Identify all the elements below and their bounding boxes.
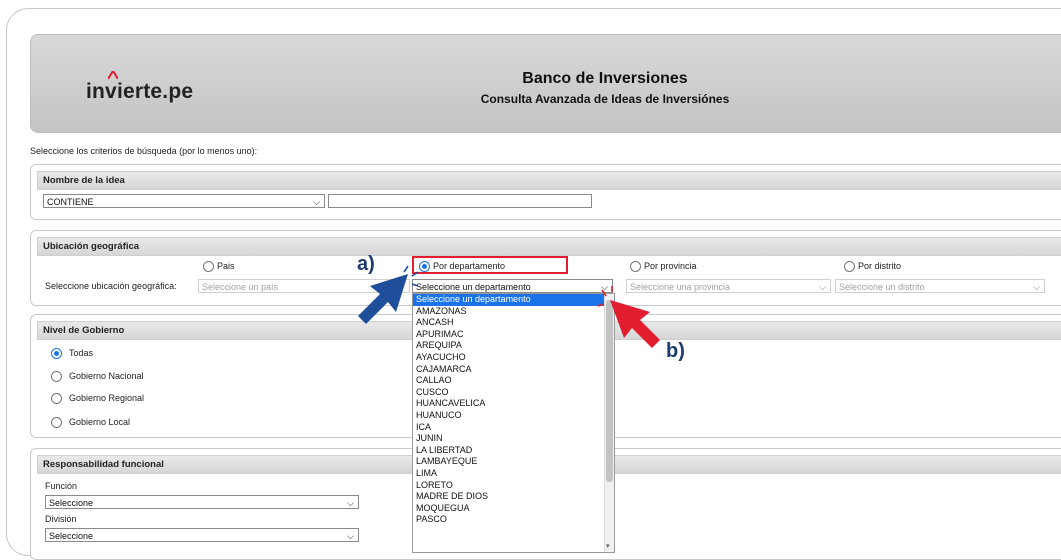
dropdown-option[interactable]: ICA	[413, 422, 614, 434]
distrito-select-value: Seleccione un distrito	[839, 282, 925, 292]
dropdown-option[interactable]: AMAZONAS	[413, 306, 614, 318]
dropdown-option[interactable]: LA LIBERTAD	[413, 445, 614, 457]
division-label: División	[45, 514, 77, 524]
dropdown-option[interactable]: LAMBAYEQUE	[413, 456, 614, 468]
ubicacion-row-label: Seleccione ubicación geográfica:	[45, 281, 177, 291]
dropdown-option[interactable]: CALLAO	[413, 375, 614, 387]
division-select[interactable]: Seleccione ⌵	[45, 528, 359, 542]
panel-nombre: Nombre de la idea CONTIENE ⌵	[30, 164, 1061, 220]
dropdown-option[interactable]: Seleccione un departamento	[413, 294, 614, 306]
radio-departamento-label: Por departamento	[433, 261, 506, 271]
dropdown-option[interactable]: HUANUCO	[413, 410, 614, 422]
dropdown-option[interactable]: AYACUCHO	[413, 352, 614, 364]
dropdown-option[interactable]: ANCASH	[413, 317, 614, 329]
dropdown-option[interactable]: CAJAMARCA	[413, 364, 614, 376]
chevron-down-icon: ⌵	[1033, 282, 1040, 292]
funcion-select-value: Seleccione	[49, 498, 94, 508]
idea-name-input[interactable]	[328, 194, 592, 208]
radio-gobierno-regional-label: Gobierno Regional	[69, 393, 145, 403]
dropdown-option[interactable]: JUNIN	[413, 433, 614, 445]
dropdown-options: Seleccione un departamento AMAZONAS ANCASH…	[413, 294, 614, 526]
dropdown-option[interactable]: MADRE DE DIOS	[413, 491, 614, 503]
red-arrow-icon	[597, 286, 660, 348]
logo-hat-icon	[108, 71, 118, 79]
radio-gobierno-regional[interactable]	[51, 393, 62, 404]
departamento-select-value: Seleccione un departamento	[416, 282, 531, 292]
funcion-select[interactable]: Seleccione ⌵	[45, 495, 359, 509]
radio-gobierno-local[interactable]	[51, 417, 62, 428]
radio-gobierno-nacional-label: Gobierno Nacional	[69, 371, 144, 381]
radio-provincia-label: Por provincia	[644, 261, 697, 271]
chevron-down-icon: ⌵	[347, 498, 354, 508]
dropdown-option[interactable]: LORETO	[413, 480, 614, 492]
match-type-value: CONTIENE	[47, 197, 94, 207]
radio-distrito-label: Por distrito	[858, 261, 902, 271]
dropdown-option[interactable]: AREQUIPA	[413, 340, 614, 352]
chevron-down-icon: ⌵	[347, 531, 354, 541]
chevron-down-icon: ⌵	[819, 282, 826, 292]
invierte-logo: invierte.pe	[86, 71, 194, 104]
radio-distrito[interactable]	[844, 261, 855, 272]
radio-gobierno-local-label: Gobierno Local	[69, 417, 131, 427]
panel-nombre-title: Nombre de la idea	[37, 171, 1061, 190]
scroll-down-icon[interactable]: ▾	[606, 542, 610, 550]
division-select-value: Seleccione	[49, 531, 94, 541]
chevron-down-icon: ⌵	[313, 197, 320, 207]
radio-todas-label: Todas	[69, 348, 94, 358]
radio-pais-label: Pais	[217, 261, 235, 271]
departamento-dropdown-list[interactable]: Seleccione un departamento AMAZONAS ANCASH…	[412, 293, 615, 553]
match-type-select[interactable]: CONTIENE ⌵	[43, 194, 325, 208]
dropdown-option[interactable]: APURIMAC	[413, 329, 614, 341]
dropdown-option[interactable]: PASCO	[413, 514, 614, 526]
radio-todas[interactable]	[51, 348, 62, 359]
pais-select-value: Seleccione un país	[202, 282, 279, 292]
blue-arrow-icon	[358, 265, 419, 324]
page-title: Banco de Inversiones	[522, 70, 688, 87]
radio-provincia[interactable]	[630, 261, 641, 272]
departamento-select[interactable]: Seleccione un departamento ⌵	[412, 279, 613, 293]
radio-pais[interactable]	[203, 261, 214, 272]
annotation-b: b)	[666, 340, 685, 362]
dropdown-option[interactable]: LIMA	[413, 468, 614, 480]
dropdown-option[interactable]: CUSCO	[413, 387, 614, 399]
panel-ubicacion-title: Ubicación geográfica	[37, 237, 1061, 256]
logo-text: invierte.pe	[86, 80, 194, 103]
page-subtitle: Consulta Avanzada de Ideas de Inversióne…	[480, 92, 730, 106]
dropdown-option[interactable]: MOQUEGUA	[413, 503, 614, 515]
distrito-select[interactable]: Seleccione un distrito ⌵	[835, 279, 1045, 293]
search-instructions: Seleccione los criterios de búsqueda (po…	[30, 146, 258, 156]
funcion-label: Función	[45, 481, 78, 491]
radio-gobierno-nacional[interactable]	[51, 371, 62, 382]
dropdown-option[interactable]: HUANCAVELICA	[413, 398, 614, 410]
